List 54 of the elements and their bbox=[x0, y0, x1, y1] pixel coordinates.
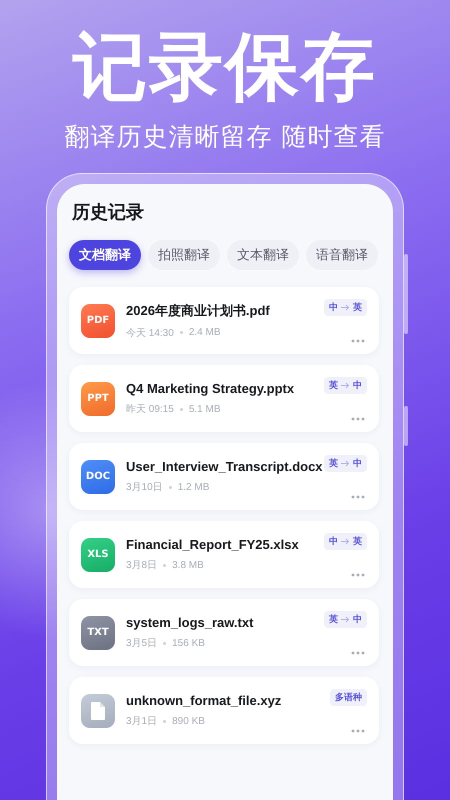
panel-title: 历史记录 bbox=[72, 201, 145, 224]
file-type-icon: DOC bbox=[81, 460, 115, 494]
file-date: 昨天 09:15 bbox=[126, 403, 174, 416]
file-type-icon: PPT bbox=[81, 382, 115, 416]
more-icon[interactable] bbox=[351, 494, 365, 498]
document-icon bbox=[81, 694, 115, 728]
arrow-icon bbox=[341, 304, 350, 310]
tab[interactable]: 语音翻译 bbox=[306, 240, 378, 270]
file-card[interactable]: PDF 2026年度商业计划书.pdf 今天 14:30 2.4 MB 中 英 bbox=[69, 287, 379, 354]
file-card[interactable]: DOC User_Interview_Transcript.docx 3月10日 1.2 MB 英 中 bbox=[69, 443, 379, 510]
file-name: Q4 Marketing Strategy.pptx bbox=[126, 381, 296, 396]
file-type-icon: TXT bbox=[81, 616, 115, 650]
file-date: 3月8日 bbox=[126, 559, 158, 572]
arrow-icon bbox=[341, 382, 350, 388]
subtitle: 翻译历史清晰留存 随时查看 bbox=[64, 121, 386, 153]
language-tag: 中 英 bbox=[324, 298, 367, 316]
file-size: 1.2 MB bbox=[178, 482, 210, 492]
arrow-icon bbox=[341, 538, 350, 544]
file-date: 3月1日 bbox=[126, 715, 158, 728]
more-icon[interactable] bbox=[351, 728, 365, 732]
tab[interactable]: 文本翻译 bbox=[227, 240, 299, 270]
file-name: unknown_format_file.xyz bbox=[126, 693, 282, 708]
file-card[interactable]: PPT Q4 Marketing Strategy.pptx 昨天 09:15 5.1 MB 英 中 bbox=[69, 365, 379, 432]
file-size: 5.1 MB bbox=[188, 404, 220, 414]
more-icon[interactable] bbox=[351, 338, 365, 342]
arrow-icon bbox=[341, 460, 350, 466]
file-name: Financial_Report_FY25.xlsx bbox=[126, 537, 300, 552]
headline: 记录保存 bbox=[73, 23, 377, 112]
more-icon[interactable] bbox=[351, 416, 365, 420]
file-type-icon: XLS bbox=[81, 538, 115, 572]
file-name: User_Interview_Transcript.docx bbox=[126, 459, 324, 474]
file-date: 3月5日 bbox=[126, 637, 158, 650]
file-name: 2026年度商业计划书.pdf bbox=[126, 302, 271, 320]
language-tag: 中 英 bbox=[324, 532, 367, 550]
language-tag: 英 中 bbox=[324, 610, 367, 628]
language-tag: 英 中 bbox=[324, 376, 367, 394]
tab[interactable]: 文档翻译 bbox=[69, 240, 141, 270]
file-size: 890 KB bbox=[172, 716, 205, 726]
file-card[interactable]: TXT system_logs_raw.txt 3月5日 156 KB 英 中 bbox=[69, 599, 379, 666]
tab[interactable]: 拍照翻译 bbox=[148, 240, 220, 270]
file-date: 今天 14:30 bbox=[126, 326, 174, 340]
file-size: 3.8 MB bbox=[172, 560, 204, 570]
file-name: system_logs_raw.txt bbox=[126, 615, 254, 630]
arrow-icon bbox=[341, 616, 350, 622]
file-date: 3月10日 bbox=[126, 481, 163, 494]
language-tag: 多语种 bbox=[330, 688, 367, 706]
file-size: 2.4 MB bbox=[188, 327, 220, 338]
more-icon[interactable] bbox=[351, 572, 365, 576]
more-icon[interactable] bbox=[351, 650, 365, 654]
file-type-icon: PDF bbox=[81, 304, 115, 338]
file-card[interactable]: XLS Financial_Report_FY25.xlsx 3月8日 3.8 MB 中 英 bbox=[69, 521, 379, 588]
file-size: 156 KB bbox=[172, 638, 205, 648]
language-tag: 英 中 bbox=[324, 454, 367, 472]
file-card[interactable]: unknown_format_file.xyz 3月1日 890 KB 多语种 bbox=[69, 677, 379, 744]
